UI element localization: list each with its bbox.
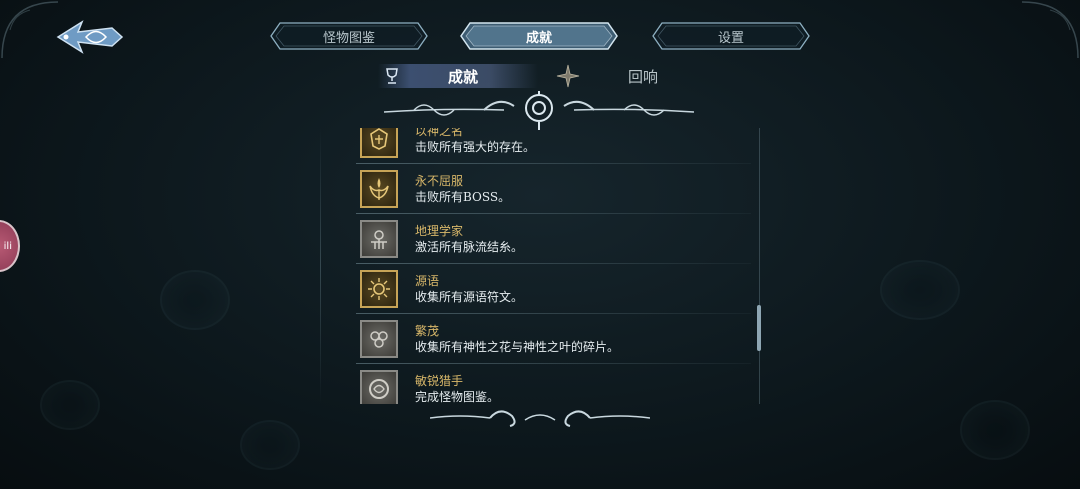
achievement-title: 地理学家 [415,224,464,238]
divider-ornament-top [384,91,694,130]
ornate-arrow-left-icon [56,20,124,54]
achievement-desc: 收集所有神性之花与神性之叶的碎片。 [415,340,620,354]
background-glyph [240,420,300,470]
tab-monster-codex[interactable]: 怪物图鉴 [270,22,428,50]
tab-label: 成就 [525,30,552,46]
achievement-desc: 击败所有强大的存在。 [415,140,536,154]
crest-icon [360,128,398,158]
tab-label: 设置 [717,30,744,46]
tab-settings[interactable]: 设置 [652,22,810,50]
subtab-achievements[interactable]: 成就 [384,63,534,89]
background-glyph [40,380,100,430]
divider-ornament-bottom [430,410,650,427]
achievement-row[interactable]: 源语 收集所有源语符文。 [356,264,756,314]
achievement-row[interactable]: 敏锐猎手 完成怪物图鉴。 [356,364,756,404]
achievement-row[interactable]: 地理学家 激活所有脉流结糸。 [356,214,756,264]
achievement-title: 以神之名 [415,128,464,138]
rune-sun-icon [360,270,398,308]
corner-ornament-top-left [1,1,59,59]
floating-badge-text: ili [3,240,12,252]
achievement-title: 源语 [415,274,440,288]
achievement-title: 永不屈服 [415,174,464,188]
achievement-desc: 收集所有源语符文。 [415,290,524,304]
crown-flame-icon [360,170,398,208]
achievement-list[interactable]: 以神之名 击败所有强大的存在。 永不屈服 击败所有BOSS。 地理学家 激活所有… [320,128,762,404]
achievement-title: 敏锐猎手 [415,374,464,388]
subtab-echoes[interactable]: 回响 [556,63,676,89]
tab-label: 怪物图鉴 [322,30,375,46]
floating-assistant-button[interactable]: ili [0,220,20,272]
achievement-desc: 击败所有BOSS。 [415,190,511,204]
background-glyph [160,270,230,330]
achievement-row[interactable]: 繁茂 收集所有神性之花与神性之叶的碎片。 [356,314,756,364]
beast-ring-icon [360,370,398,404]
flower-icon [360,320,398,358]
achievement-desc: 激活所有脉流结糸。 [415,240,524,254]
back-button[interactable] [52,14,128,60]
achievement-title: 繁茂 [415,324,440,338]
list-scrollbar[interactable] [757,305,761,351]
corner-ornament-top-right [1021,1,1079,59]
star-sparkle-icon [556,64,580,88]
trophy-icon [386,68,398,84]
subtab-label: 回响 [628,67,659,86]
achievement-row[interactable]: 永不屈服 击败所有BOSS。 [356,164,756,214]
background-glyph [960,400,1030,460]
tab-achievements[interactable]: 成就 [460,22,618,50]
background-glyph [880,260,960,320]
subtab-label: 成就 [448,67,479,86]
map-node-icon [360,220,398,258]
achievement-row[interactable]: 以神之名 击败所有强大的存在。 [356,128,756,164]
